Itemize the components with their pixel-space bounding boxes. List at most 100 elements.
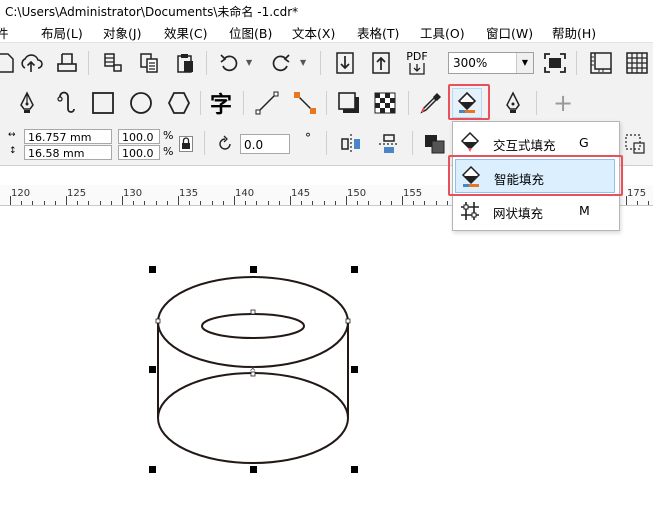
zoom-select[interactable]: 300% ▼ (448, 52, 534, 74)
percent-y: % (163, 145, 174, 158)
import-arrow-icon[interactable] (330, 48, 360, 78)
ruler-label: 155 (403, 188, 423, 199)
cloud-upload-icon[interactable] (16, 48, 46, 78)
rotate-icon (216, 135, 234, 156)
scale-y-field[interactable]: 100.0 (118, 145, 160, 160)
mirror-horizontal-icon[interactable] (336, 129, 366, 159)
menu-table[interactable]: 表格(T) (357, 23, 399, 42)
ruler-tick (626, 196, 627, 205)
connector-icon[interactable] (290, 88, 320, 118)
rectangle-icon[interactable] (88, 88, 118, 118)
node-handle[interactable] (250, 309, 256, 315)
convert-to-curves-icon[interactable] (620, 129, 650, 159)
flyout-shortcut: G (579, 135, 589, 150)
grid-icon[interactable] (622, 48, 652, 78)
pdf-icon[interactable]: PDF (402, 48, 432, 78)
redo-dropdown-icon[interactable]: ▼ (300, 58, 306, 67)
redo-icon[interactable] (266, 48, 296, 78)
eyedropper-icon[interactable] (416, 88, 446, 118)
undo-dropdown-icon[interactable]: ▼ (246, 58, 252, 67)
mesh-fill-icon (459, 200, 481, 222)
menu-bar: 件 布局(L) 对象(J) 效果(C) 位图(B) 文本(X) 表格(T) 工具… (0, 20, 653, 42)
selection-handle-top-right[interactable] (351, 266, 358, 273)
arrange-icon[interactable] (420, 129, 450, 159)
ruler-tick (211, 201, 213, 205)
selection-handle-bottom[interactable] (250, 466, 257, 473)
selection-handle-left[interactable] (149, 366, 156, 373)
line-icon[interactable] (252, 88, 282, 118)
menu-text[interactable]: 文本(X) (292, 23, 335, 42)
menu-object[interactable]: 对象(J) (103, 23, 141, 42)
ruler-tick (189, 201, 191, 205)
menu-help[interactable]: 帮助(H) (552, 23, 596, 42)
pen-tool-icon[interactable] (12, 88, 42, 118)
clipboard-icon[interactable] (170, 48, 200, 78)
shadow-icon[interactable] (334, 88, 364, 118)
add-icon[interactable]: + (548, 88, 578, 118)
text-icon[interactable]: 字 (206, 88, 236, 118)
ruler-tick (66, 196, 67, 205)
scale-x-field[interactable]: 100.0 (118, 129, 160, 144)
export-arrow-icon[interactable] (366, 48, 396, 78)
ruler-tick (368, 201, 370, 205)
ellipse-icon[interactable] (126, 88, 156, 118)
page-layout-icon[interactable] (98, 48, 128, 78)
node-handle[interactable] (345, 318, 351, 324)
ruler-tick (222, 201, 224, 205)
node-handle[interactable] (155, 318, 161, 324)
ruler-tick (245, 201, 247, 205)
ruler-label: 130 (123, 188, 143, 199)
ruler-options-icon[interactable] (586, 48, 616, 78)
ruler-tick (10, 196, 11, 205)
ruler-tick (334, 201, 336, 205)
undo-icon[interactable] (214, 48, 244, 78)
menu-file[interactable]: 件 (0, 23, 9, 42)
menu-bitmaps[interactable]: 位图(B) (229, 23, 272, 42)
ruler-tick (435, 201, 437, 205)
flyout-item-mesh-fill[interactable]: 网状填充 M (455, 194, 615, 228)
ruler-tick (110, 201, 112, 205)
copy-icon[interactable] (134, 48, 164, 78)
highlight-smart-fill (448, 155, 623, 196)
selection-handle-bottom-right[interactable] (351, 466, 358, 473)
ruler-tick (166, 201, 168, 205)
ruler-tick (133, 201, 135, 205)
title-bar: C:\Users\Administrator\Documents\未命名 -1.… (0, 0, 653, 20)
height-field[interactable]: 16.58 mm (24, 145, 112, 160)
ruler-tick (122, 196, 123, 205)
polygon-icon[interactable] (164, 88, 194, 118)
standard-toolbar: ▼ ▼ PDF 300% ▼ (0, 42, 653, 84)
outline-pen-icon[interactable] (498, 88, 528, 118)
ruler-label: 145 (291, 188, 311, 199)
width-field[interactable]: 16.757 mm (24, 129, 112, 144)
menu-layout[interactable]: 布局(L) (41, 23, 83, 42)
menu-window[interactable]: 窗口(W) (486, 23, 533, 42)
ruler-tick (88, 201, 90, 205)
fullscreen-icon[interactable] (540, 48, 570, 78)
menu-effects[interactable]: 效果(C) (164, 23, 207, 42)
ruler-label: 140 (235, 188, 255, 199)
ruler-tick (402, 196, 403, 205)
ruler-tick (43, 201, 45, 205)
mirror-vertical-icon[interactable] (374, 129, 404, 159)
rotation-field[interactable]: 0.0 (240, 134, 290, 154)
ruler-tick (446, 201, 448, 205)
transparency-icon[interactable] (370, 88, 400, 118)
menu-tools[interactable]: 工具(O) (420, 23, 465, 42)
drawing-canvas[interactable] (0, 206, 653, 526)
freehand-icon[interactable] (50, 88, 80, 118)
printer-icon[interactable] (52, 48, 82, 78)
ruler-tick (54, 201, 56, 205)
lock-ratio-icon[interactable] (179, 136, 193, 152)
window-title: C:\Users\Administrator\Documents\未命名 -1.… (5, 5, 299, 19)
selection-handle-bottom-left[interactable] (149, 466, 156, 473)
width-icon: ↔ (8, 130, 16, 140)
tool-toolbar: 字 + (0, 83, 653, 124)
zoom-dropdown-icon[interactable]: ▼ (516, 53, 533, 73)
ruler-tick (648, 201, 650, 205)
ruler-tick (424, 201, 426, 205)
selection-handle-top[interactable] (250, 266, 257, 273)
selection-handle-top-left[interactable] (149, 266, 156, 273)
ruler-label: 135 (179, 188, 199, 199)
selection-handle-right[interactable] (351, 366, 358, 373)
